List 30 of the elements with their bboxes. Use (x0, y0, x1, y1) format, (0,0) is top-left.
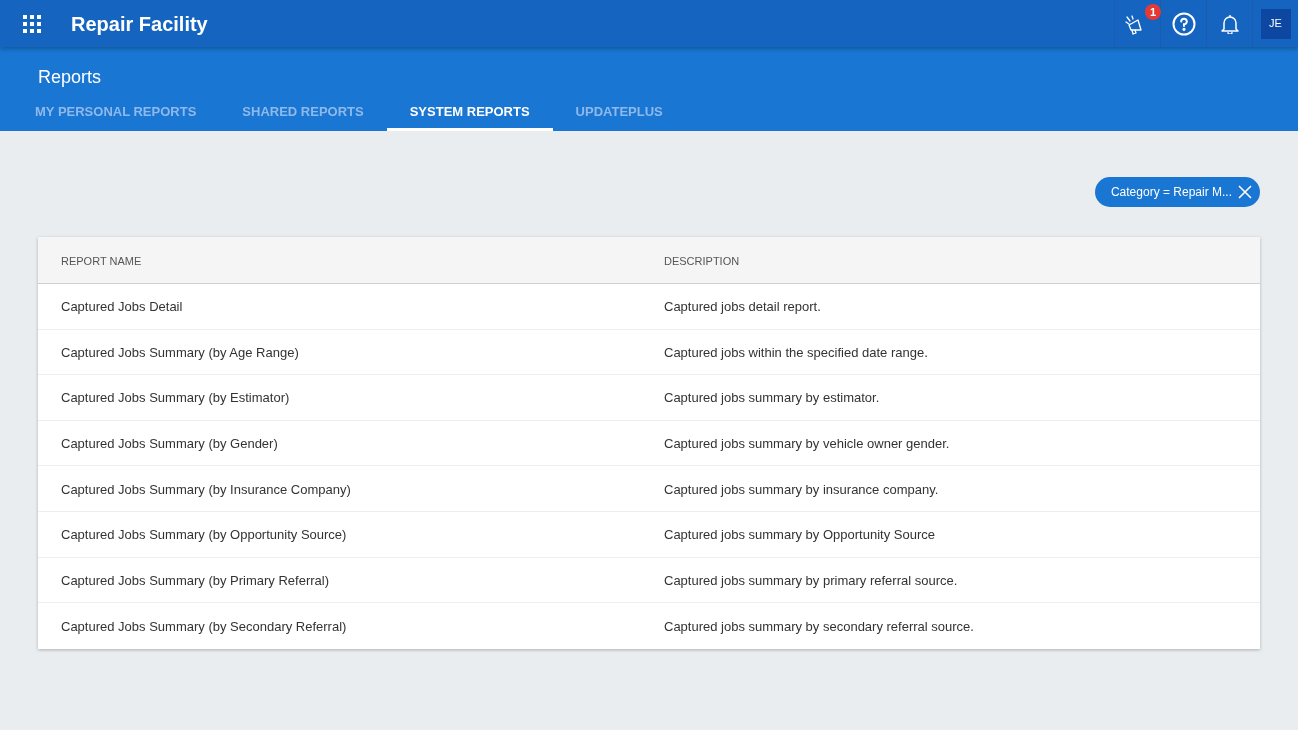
notification-badge: 1 (1145, 4, 1161, 20)
page-title: Reports (38, 66, 102, 88)
tab[interactable]: SYSTEM REPORTS (386, 93, 553, 131)
column-header: REPORT NAME (61, 255, 142, 267)
description-cell: Captured jobs summary by primary referral source. (664, 572, 958, 588)
report-name-cell[interactable]: Captured Jobs Summary (by Estimator) (61, 390, 290, 406)
description-cell: Captured jobs within the specified date range. (664, 344, 928, 360)
report-name-cell[interactable]: Captured Jobs Summary (by Age Range) (61, 344, 299, 360)
megaphone-icon[interactable] (1125, 15, 1145, 35)
report-name-cell[interactable]: Captured Jobs Summary (by Gender) (61, 436, 278, 452)
report-name-cell[interactable]: Captured Jobs Summary (by Opportunity Source) (61, 527, 347, 543)
description-cell: Captured jobs detail report. (664, 299, 821, 315)
description-cell: Captured jobs summary by vehicle owner gender. (664, 436, 950, 452)
report-name-cell[interactable]: Captured Jobs Summary (by Secondary Referral) (61, 618, 347, 634)
description-cell: Captured jobs summary by estimator. (664, 390, 880, 406)
close-icon[interactable] (1238, 185, 1252, 199)
report-name-cell[interactable]: Captured Jobs Summary (by Insurance Company) (61, 481, 351, 497)
user-avatar[interactable]: JE (1260, 8, 1291, 39)
description-cell: Captured jobs summary by Opportunity Source (664, 527, 935, 543)
help-icon[interactable] (1171, 11, 1196, 36)
apps-grid-icon[interactable] (23, 14, 41, 33)
description-cell: Captured jobs summary by insurance company. (664, 481, 939, 497)
app-title: Repair Facility (71, 11, 208, 37)
report-name-cell[interactable]: Captured Jobs Detail (61, 299, 183, 315)
column-header: DESCRIPTION (664, 255, 740, 267)
report-name-cell[interactable]: Captured Jobs Summary (by Primary Referral) (61, 572, 330, 588)
bell-icon[interactable] (1220, 13, 1239, 34)
description-cell: Captured jobs summary by secondary referral source. (664, 618, 974, 634)
filter-chip-label: Category = Repair M... (1110, 184, 1232, 201)
filter-chip[interactable]: Category = Repair M... (1094, 177, 1260, 207)
